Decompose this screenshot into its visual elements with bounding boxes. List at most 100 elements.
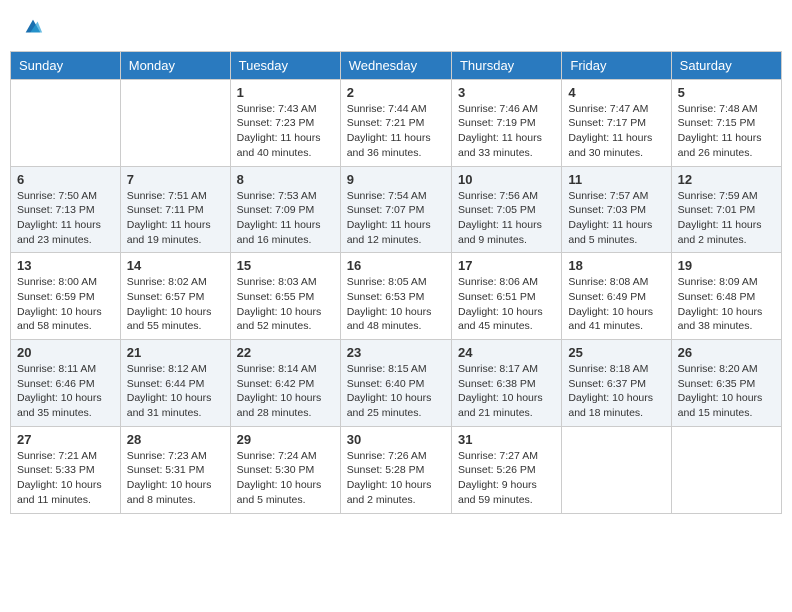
day-info: Sunrise: 8:03 AMSunset: 6:55 PMDaylight:… (237, 275, 334, 334)
calendar-cell (11, 79, 121, 166)
day-info: Sunrise: 7:51 AMSunset: 7:11 PMDaylight:… (127, 189, 224, 248)
calendar-cell: 20 Sunrise: 8:11 AMSunset: 6:46 PMDayligh… (11, 340, 121, 427)
day-info: Sunrise: 8:14 AMSunset: 6:42 PMDaylight:… (237, 362, 334, 421)
calendar-cell: 9 Sunrise: 7:54 AMSunset: 7:07 PMDaylight… (340, 166, 451, 253)
calendar-cell: 15 Sunrise: 8:03 AMSunset: 6:55 PMDayligh… (230, 253, 340, 340)
calendar-cell: 21 Sunrise: 8:12 AMSunset: 6:44 PMDayligh… (120, 340, 230, 427)
calendar-cell: 14 Sunrise: 8:02 AMSunset: 6:57 PMDayligh… (120, 253, 230, 340)
calendar-cell: 26 Sunrise: 8:20 AMSunset: 6:35 PMDayligh… (671, 340, 781, 427)
day-info: Sunrise: 8:08 AMSunset: 6:49 PMDaylight:… (568, 275, 664, 334)
day-number: 5 (678, 85, 775, 100)
calendar-cell: 16 Sunrise: 8:05 AMSunset: 6:53 PMDayligh… (340, 253, 451, 340)
day-number: 27 (17, 432, 114, 447)
day-info: Sunrise: 7:50 AMSunset: 7:13 PMDaylight:… (17, 189, 114, 248)
logo-text (20, 15, 44, 38)
day-number: 21 (127, 345, 224, 360)
calendar-week-row: 27 Sunrise: 7:21 AMSunset: 5:33 PMDayligh… (11, 426, 782, 513)
day-number: 30 (347, 432, 445, 447)
day-number: 10 (458, 172, 555, 187)
day-number: 24 (458, 345, 555, 360)
day-info: Sunrise: 8:18 AMSunset: 6:37 PMDaylight:… (568, 362, 664, 421)
day-number: 19 (678, 258, 775, 273)
day-info: Sunrise: 8:11 AMSunset: 6:46 PMDaylight:… (17, 362, 114, 421)
day-info: Sunrise: 7:56 AMSunset: 7:05 PMDaylight:… (458, 189, 555, 248)
day-number: 15 (237, 258, 334, 273)
calendar-cell: 31 Sunrise: 7:27 AMSunset: 5:26 PMDayligh… (451, 426, 561, 513)
day-info: Sunrise: 8:09 AMSunset: 6:48 PMDaylight:… (678, 275, 775, 334)
day-info: Sunrise: 7:43 AMSunset: 7:23 PMDaylight:… (237, 102, 334, 161)
page-header (10, 10, 782, 43)
day-info: Sunrise: 8:00 AMSunset: 6:59 PMDaylight:… (17, 275, 114, 334)
calendar-cell: 7Sunrise: 7:51 AMSunset: 7:11 PMDaylight… (120, 166, 230, 253)
calendar-week-row: 13Sunrise: 8:00 AMSunset: 6:59 PMDayligh… (11, 253, 782, 340)
day-number: 1 (237, 85, 334, 100)
day-info: Sunrise: 7:27 AMSunset: 5:26 PMDaylight:… (458, 449, 555, 508)
weekday-header: Sunday (11, 51, 121, 79)
logo-icon (22, 16, 44, 38)
calendar-cell: 3Sunrise: 7:46 AMSunset: 7:19 PMDaylight… (451, 79, 561, 166)
day-info: Sunrise: 8:12 AMSunset: 6:44 PMDaylight:… (127, 362, 224, 421)
day-info: Sunrise: 7:53 AMSunset: 7:09 PMDaylight:… (237, 189, 334, 248)
calendar-cell: 28Sunrise: 7:23 AMSunset: 5:31 PMDayligh… (120, 426, 230, 513)
weekday-header: Thursday (451, 51, 561, 79)
day-number: 17 (458, 258, 555, 273)
day-number: 23 (347, 345, 445, 360)
day-info: Sunrise: 7:26 AMSunset: 5:28 PMDaylight:… (347, 449, 445, 508)
day-info: Sunrise: 7:46 AMSunset: 7:19 PMDaylight:… (458, 102, 555, 161)
calendar-cell: 29 Sunrise: 7:24 AMSunset: 5:30 PMDayligh… (230, 426, 340, 513)
day-number: 26 (678, 345, 775, 360)
day-number: 12 (678, 172, 775, 187)
calendar-header-row: SundayMondayTuesdayWednesdayThursdayFrid… (11, 51, 782, 79)
day-info: Sunrise: 8:17 AMSunset: 6:38 PMDaylight:… (458, 362, 555, 421)
calendar-cell: 23 Sunrise: 8:15 AMSunset: 6:40 PMDayligh… (340, 340, 451, 427)
calendar-cell: 2 Sunrise: 7:44 AMSunset: 7:21 PMDaylight… (340, 79, 451, 166)
calendar-cell: 18 Sunrise: 8:08 AMSunset: 6:49 PMDayligh… (562, 253, 671, 340)
day-number: 8 (237, 172, 334, 187)
day-info: Sunrise: 8:15 AMSunset: 6:40 PMDaylight:… (347, 362, 445, 421)
day-number: 14 (127, 258, 224, 273)
weekday-header: Saturday (671, 51, 781, 79)
calendar-cell (671, 426, 781, 513)
calendar-cell (562, 426, 671, 513)
day-info: Sunrise: 8:02 AMSunset: 6:57 PMDaylight:… (127, 275, 224, 334)
day-info: Sunrise: 7:59 AMSunset: 7:01 PMDaylight:… (678, 189, 775, 248)
calendar-cell: 30 Sunrise: 7:26 AMSunset: 5:28 PMDayligh… (340, 426, 451, 513)
calendar-cell: 10 Sunrise: 7:56 AMSunset: 7:05 PMDayligh… (451, 166, 561, 253)
day-info: Sunrise: 7:24 AMSunset: 5:30 PMDaylight:… (237, 449, 334, 508)
calendar-cell: 24 Sunrise: 8:17 AMSunset: 6:38 PMDayligh… (451, 340, 561, 427)
day-info: Sunrise: 7:21 AMSunset: 5:33 PMDaylight:… (17, 449, 114, 508)
calendar-cell: 1 Sunrise: 7:43 AMSunset: 7:23 PMDaylight… (230, 79, 340, 166)
day-number: 18 (568, 258, 664, 273)
day-number: 2 (347, 85, 445, 100)
calendar-cell: 5 Sunrise: 7:48 AMSunset: 7:15 PMDaylight… (671, 79, 781, 166)
day-number: 11 (568, 172, 664, 187)
day-info: Sunrise: 8:05 AMSunset: 6:53 PMDaylight:… (347, 275, 445, 334)
day-number: 31 (458, 432, 555, 447)
calendar-cell: 8 Sunrise: 7:53 AMSunset: 7:09 PMDaylight… (230, 166, 340, 253)
calendar-cell: 22 Sunrise: 8:14 AMSunset: 6:42 PMDayligh… (230, 340, 340, 427)
day-info: Sunrise: 7:54 AMSunset: 7:07 PMDaylight:… (347, 189, 445, 248)
day-number: 4 (568, 85, 664, 100)
day-number: 20 (17, 345, 114, 360)
day-number: 28 (127, 432, 224, 447)
day-number: 16 (347, 258, 445, 273)
day-info: Sunrise: 7:47 AMSunset: 7:17 PMDaylight:… (568, 102, 664, 161)
calendar-cell: 11 Sunrise: 7:57 AMSunset: 7:03 PMDayligh… (562, 166, 671, 253)
day-info: Sunrise: 7:48 AMSunset: 7:15 PMDaylight:… (678, 102, 775, 161)
day-info: Sunrise: 7:57 AMSunset: 7:03 PMDaylight:… (568, 189, 664, 248)
weekday-header: Monday (120, 51, 230, 79)
day-number: 9 (347, 172, 445, 187)
calendar-cell: 4 Sunrise: 7:47 AMSunset: 7:17 PMDaylight… (562, 79, 671, 166)
day-number: 22 (237, 345, 334, 360)
calendar-cell: 27 Sunrise: 7:21 AMSunset: 5:33 PMDayligh… (11, 426, 121, 513)
calendar-cell: 12 Sunrise: 7:59 AMSunset: 7:01 PMDayligh… (671, 166, 781, 253)
day-number: 29 (237, 432, 334, 447)
day-info: Sunrise: 8:06 AMSunset: 6:51 PMDaylight:… (458, 275, 555, 334)
calendar-table: SundayMondayTuesdayWednesdayThursdayFrid… (10, 51, 782, 514)
calendar-cell: 6Sunrise: 7:50 AMSunset: 7:13 PMDaylight… (11, 166, 121, 253)
day-info: Sunrise: 7:44 AMSunset: 7:21 PMDaylight:… (347, 102, 445, 161)
calendar-cell: 13Sunrise: 8:00 AMSunset: 6:59 PMDayligh… (11, 253, 121, 340)
day-info: Sunrise: 8:20 AMSunset: 6:35 PMDaylight:… (678, 362, 775, 421)
logo (20, 15, 44, 38)
calendar-cell: 19 Sunrise: 8:09 AMSunset: 6:48 PMDayligh… (671, 253, 781, 340)
